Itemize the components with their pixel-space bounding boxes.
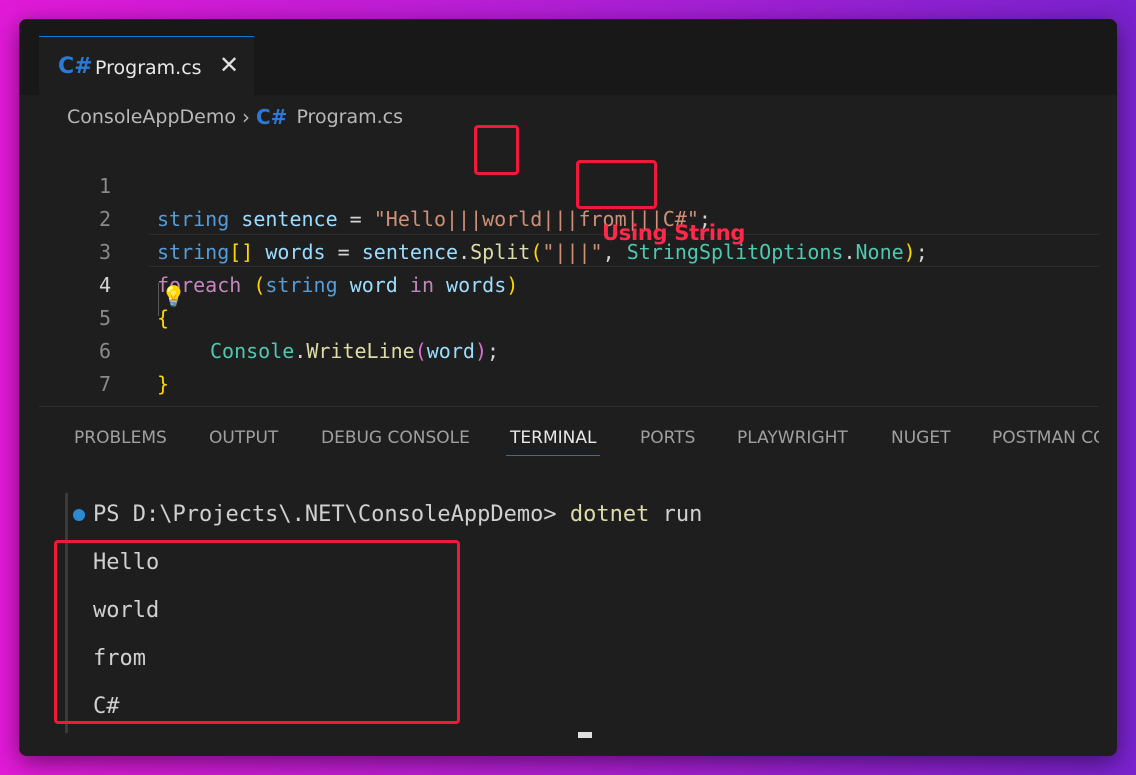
tab-output[interactable]: OUTPUT <box>209 428 278 448</box>
chevron-right-icon: › <box>242 105 250 129</box>
command-status-dot-icon[interactable] <box>73 509 85 521</box>
panel-tabs: PROBLEMS OUTPUT DEBUG CONSOLE TERMINAL P… <box>39 407 1099 467</box>
tab-ports[interactable]: PORTS <box>640 428 695 448</box>
code-line: 7 <box>19 335 1099 396</box>
csharp-icon: C# <box>256 105 288 129</box>
annotation-label: Using String <box>602 221 746 245</box>
tab-label: Program.cs <box>95 57 202 79</box>
editor-tab-bar: C# Program.cs ✕ <box>19 19 1117 95</box>
line-number: 7 <box>98 372 111 396</box>
code-editor[interactable]: 1 string sentence = "Hello|||world|||fro… <box>19 137 1099 407</box>
tab-debug-console[interactable]: DEBUG CONSOLE <box>321 428 470 448</box>
command-arg: run <box>662 502 703 527</box>
close-icon[interactable]: ✕ <box>219 51 239 79</box>
delimiter-highlight-box <box>474 125 519 175</box>
vscode-window: C# Program.cs ✕ ConsoleAppDemo › C# Program… <box>19 19 1117 756</box>
breadcrumb-folder[interactable]: ConsoleAppDemo <box>67 106 236 128</box>
code-line: 6 } <box>19 302 1099 396</box>
terminal-prompt-line: PS D:\Projects\.NET\ConsoleAppDemo> dotn… <box>93 502 702 527</box>
breadcrumb-file[interactable]: Program.cs <box>296 106 403 128</box>
tab-terminal[interactable]: TERMINAL <box>505 428 601 456</box>
tab-playwright[interactable]: PLAYWRIGHT <box>737 428 848 448</box>
brace: } <box>157 372 170 396</box>
code-line: 4 { <box>19 236 1099 330</box>
terminal-cursor <box>578 732 592 738</box>
tab-problems[interactable]: PROBLEMS <box>74 428 167 448</box>
command: dotnet <box>569 502 650 527</box>
prompt: PS D:\Projects\.NET\ConsoleAppDemo> <box>93 502 557 527</box>
csharp-icon: C# <box>58 54 93 79</box>
tab-nuget[interactable]: NUGET <box>891 428 950 448</box>
code-line: 2 string[] words = sentence.Split("|||",… <box>19 170 1099 264</box>
code-line: 1 string sentence = "Hello|||world|||fro… <box>19 137 1099 231</box>
output-highlight-box <box>54 540 460 724</box>
split-argument-highlight-box <box>576 160 657 209</box>
tab-program-cs[interactable]: C# Program.cs ✕ <box>39 36 254 95</box>
tab-postman-console[interactable]: POSTMAN CONSOLE <box>992 428 1099 448</box>
breadcrumb: ConsoleAppDemo › C# Program.cs <box>67 105 403 129</box>
code-line: 3 foreach (string word in words) <box>19 203 1099 297</box>
code-line: 5 Console.WriteLine(word); <box>19 269 1099 363</box>
